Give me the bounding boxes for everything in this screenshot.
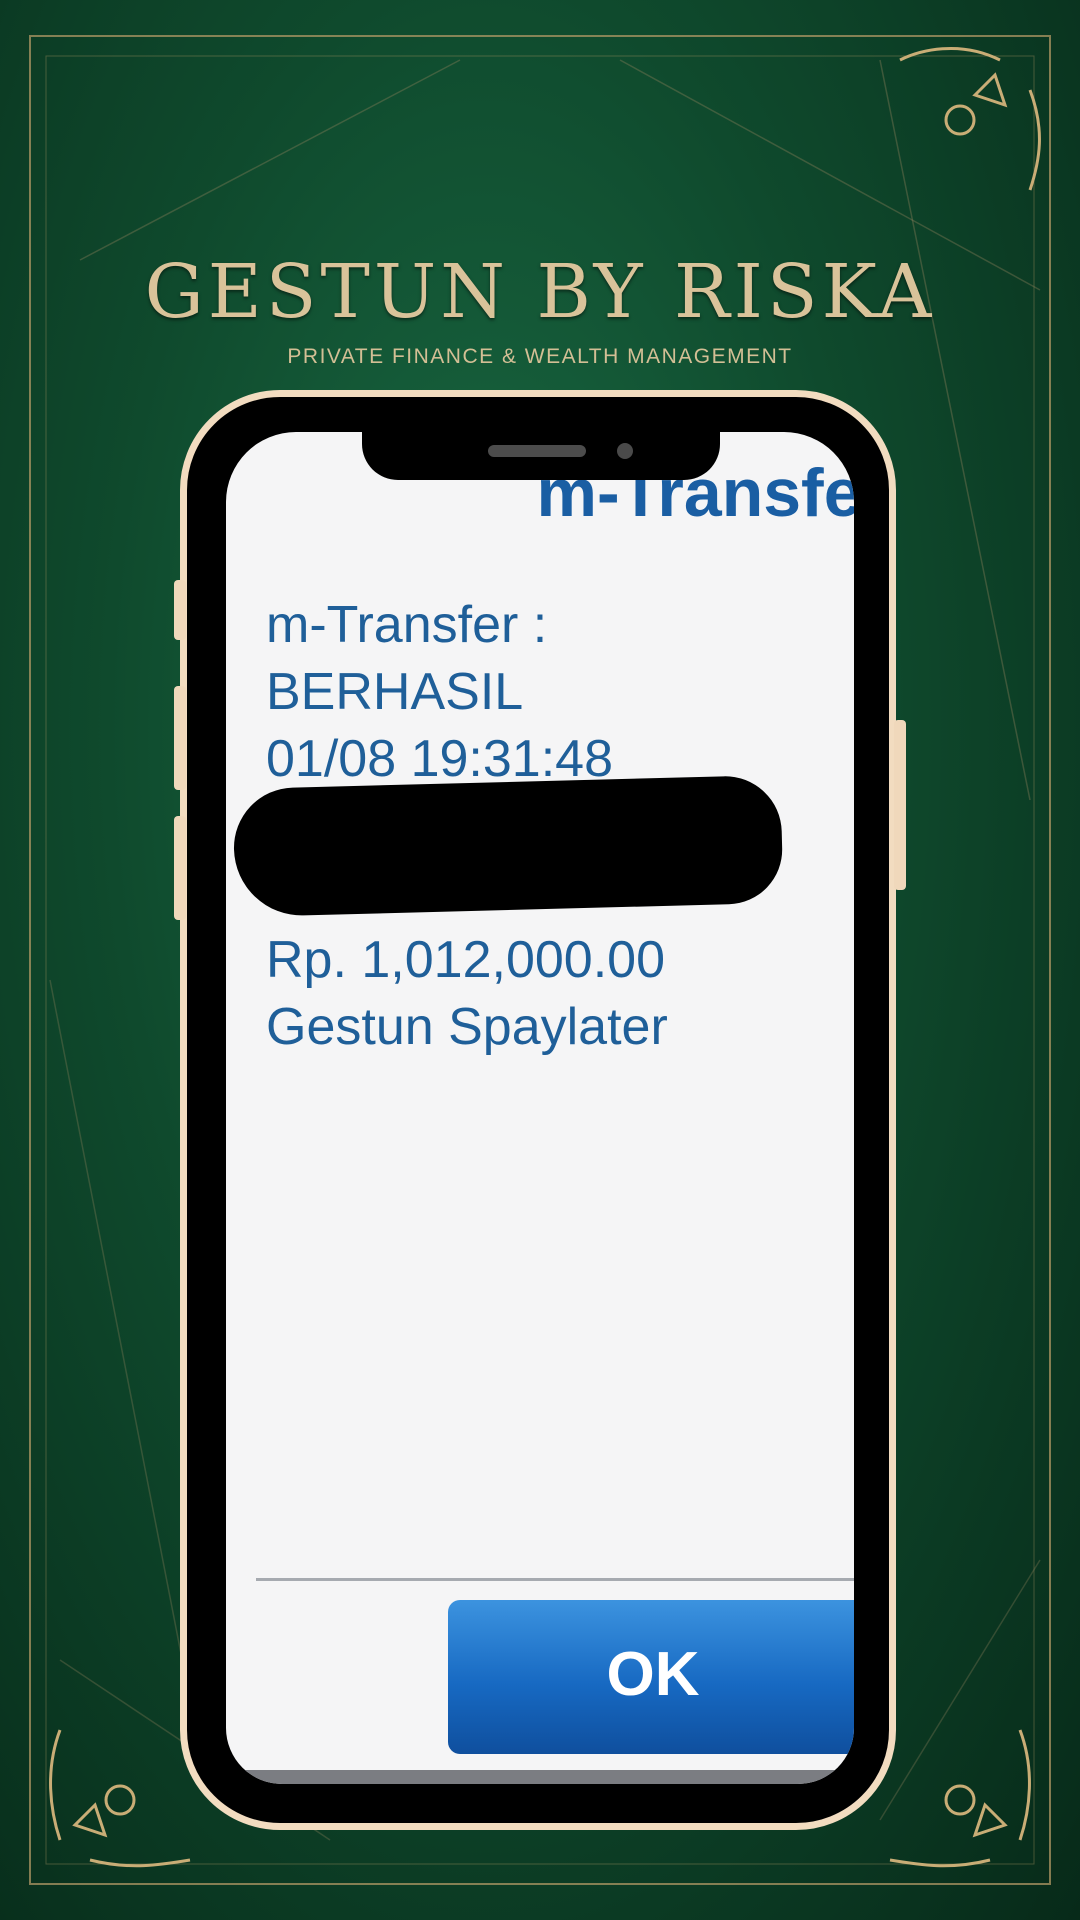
- brand-subtitle: PRIVATE FINANCE & WEALTH MANAGEMENT: [287, 345, 793, 368]
- message-line-note: Gestun Spaylater: [266, 998, 668, 1056]
- phone-screen: m-Transfer m-Transfer : BERHASIL 01/08 1…: [226, 432, 854, 1784]
- message-line-amount: Rp. 1,012,000.00: [266, 931, 665, 989]
- camera-icon: [617, 443, 633, 459]
- brand-title: GESTUN BY RISKA: [144, 249, 936, 335]
- corner-ornament-icon: [899, 47, 1041, 191]
- divider: [256, 1578, 854, 1581]
- speaker-icon: [488, 445, 586, 457]
- brand-header: GESTUN BY RISKA PRIVATE FINANCE & WEALTH…: [0, 255, 1080, 369]
- message-line-status: BERHASIL: [266, 663, 524, 721]
- redaction-mark: [232, 774, 784, 918]
- phone-side-button: [174, 580, 186, 640]
- message-line-title: m-Transfer :: [266, 596, 548, 654]
- phone-side-button: [174, 816, 186, 920]
- corner-ornament-icon: [889, 1729, 1031, 1868]
- screen-bottom-bar: [226, 1770, 854, 1784]
- ok-button[interactable]: OK: [448, 1600, 854, 1754]
- corner-ornament-icon: [49, 1729, 191, 1868]
- phone-side-button: [894, 720, 906, 890]
- phone-side-button: [174, 686, 186, 790]
